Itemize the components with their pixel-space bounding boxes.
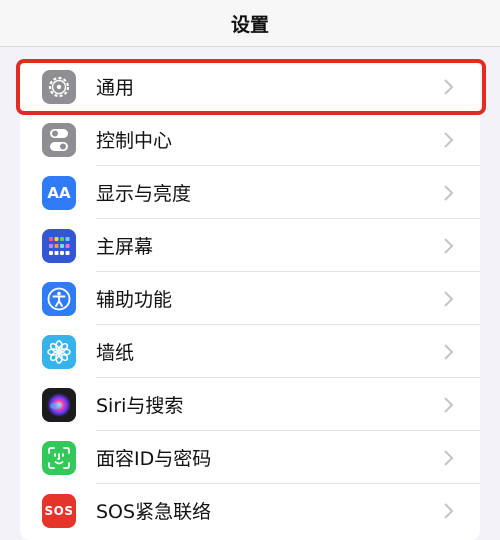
- settings-item-label: 显示与亮度: [96, 183, 192, 205]
- chevron-right-icon: [444, 237, 454, 254]
- settings-item-home-screen[interactable]: 主屏幕: [20, 219, 480, 272]
- settings-item-label: Siri与搜索: [96, 395, 184, 417]
- settings-item-label: 面容ID与密码: [96, 448, 212, 470]
- settings-item-siri-search[interactable]: Siri与搜索: [20, 378, 480, 431]
- settings-item-accessibility[interactable]: 辅助功能: [20, 272, 480, 325]
- chevron-right-icon: [444, 184, 454, 201]
- flower-icon: [42, 334, 76, 369]
- chevron-right-icon: [444, 449, 454, 466]
- settings-item-label: SOS紧急联络: [96, 501, 212, 523]
- settings-item-emergency-sos[interactable]: SOS SOS紧急联络: [20, 484, 480, 537]
- chevron-right-icon: [444, 131, 454, 148]
- settings-item-display-brightness[interactable]: AA 显示与亮度: [20, 166, 480, 219]
- settings-item-control-center[interactable]: 控制中心: [20, 113, 480, 166]
- chevron-right-icon: [444, 290, 454, 307]
- gear-icon: [42, 69, 76, 104]
- settings-item-face-id-passcode[interactable]: 面容ID与密码: [20, 431, 480, 484]
- settings-item-label: 通用: [96, 77, 135, 99]
- settings-item-label: 主屏幕: [96, 236, 154, 258]
- settings-item-label: 墙纸: [96, 342, 135, 364]
- chevron-right-icon: [444, 78, 454, 95]
- chevron-right-icon: [444, 343, 454, 360]
- accessibility-icon: [42, 281, 76, 316]
- navigation-bar: 设置: [0, 0, 500, 47]
- settings-item-general[interactable]: 通用: [20, 60, 480, 113]
- home-screen-grid-icon: [42, 228, 76, 263]
- sos-icon: SOS: [42, 493, 76, 528]
- display-aa-icon: AA: [42, 175, 76, 210]
- face-id-icon: [42, 440, 76, 475]
- settings-item-wallpaper[interactable]: 墙纸: [20, 325, 480, 378]
- chevron-right-icon: [444, 396, 454, 413]
- toggles-icon: [42, 122, 76, 157]
- settings-item-label: 辅助功能: [96, 289, 173, 311]
- settings-list: 通用 控制中心 AA 显示与亮度 主屏幕 辅助功能 墙纸 Siri与搜索 面容I…: [20, 60, 480, 540]
- settings-item-label: 控制中心: [96, 130, 173, 152]
- chevron-right-icon: [444, 502, 454, 519]
- page-title: 设置: [230, 13, 269, 36]
- siri-icon: [42, 387, 76, 422]
